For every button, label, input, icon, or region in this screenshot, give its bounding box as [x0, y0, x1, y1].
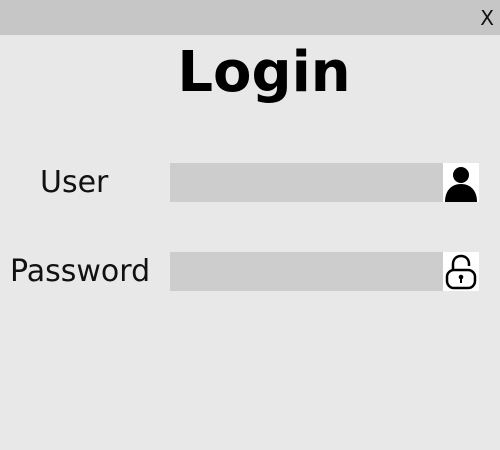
close-button[interactable]: X [480, 6, 494, 30]
login-window: X Login User Password [0, 0, 500, 450]
page-title: Login [177, 40, 351, 105]
user-label: User [40, 165, 109, 200]
user-icon [443, 163, 479, 202]
password-label: Password [10, 254, 151, 289]
user-input[interactable] [170, 163, 443, 202]
password-input[interactable] [170, 252, 443, 291]
title-bar: X [0, 0, 500, 35]
lock-icon [443, 252, 479, 291]
